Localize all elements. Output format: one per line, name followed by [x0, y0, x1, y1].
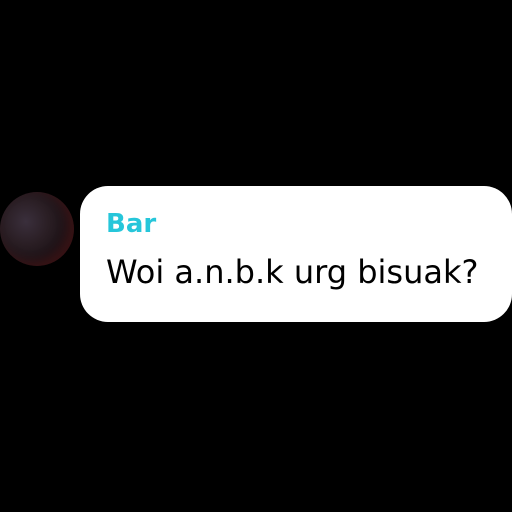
message-text: Woi a.n.b.k urg bisuak?: [106, 253, 479, 291]
message-bubble[interactable]: Bar Woi a.n.b.k urg bisuak?: [80, 186, 512, 322]
avatar[interactable]: [0, 192, 74, 266]
chat-view: Bar Woi a.n.b.k urg bisuak?: [0, 0, 512, 512]
sender-name[interactable]: Bar: [106, 208, 488, 240]
